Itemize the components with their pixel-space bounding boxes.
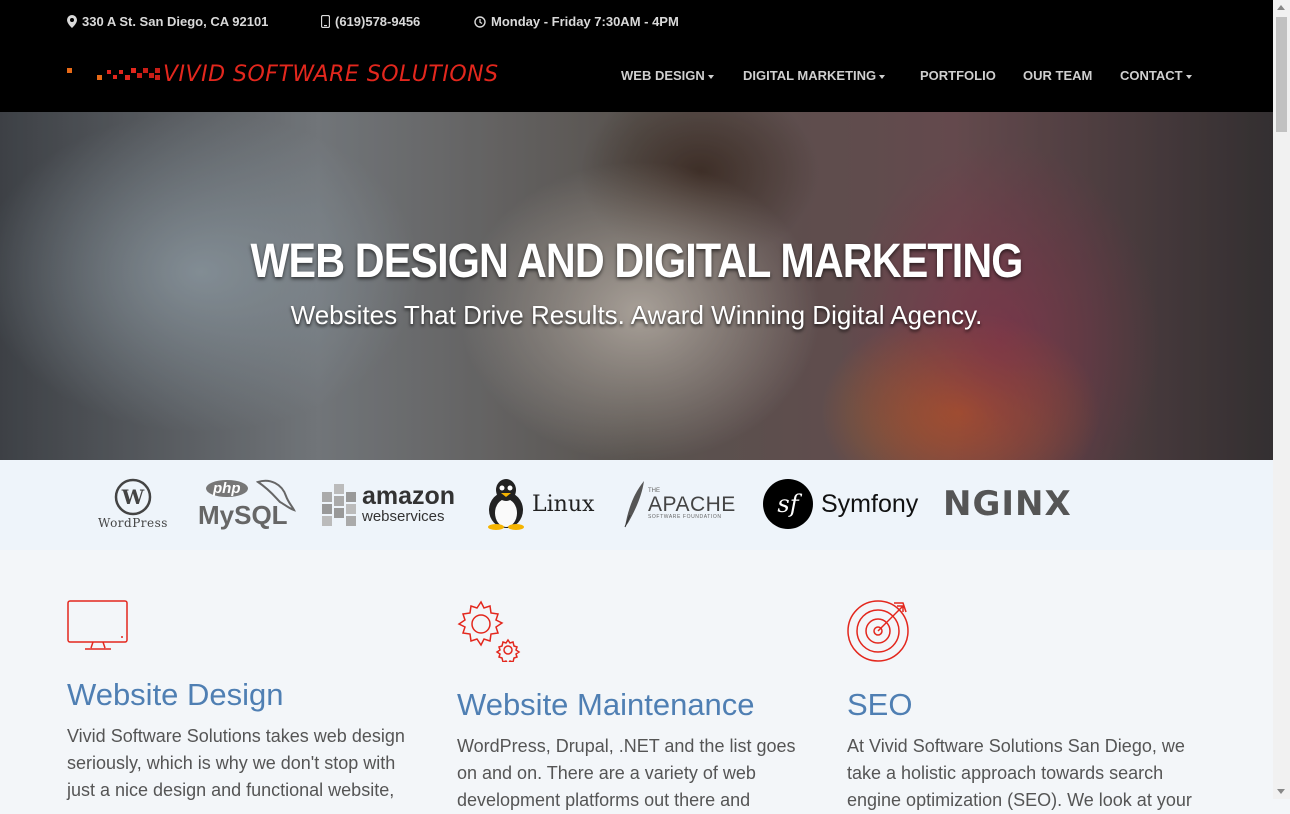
page-scrollbar[interactable]	[1273, 0, 1290, 799]
mobile-phone-icon	[321, 15, 330, 28]
map-pin-icon	[67, 15, 77, 28]
nav-digital-marketing[interactable]: DIGITAL MARKETING	[743, 68, 886, 83]
chevron-down-icon	[707, 74, 714, 79]
nav-contact[interactable]: CONTACT	[1120, 68, 1192, 83]
service-text: WordPress, Drupal, .NET and the list goe…	[457, 736, 796, 810]
site-header: 330 A St. San Diego, CA 92101 (619)578-9…	[0, 0, 1273, 112]
hours-text: Monday - Friday 7:30AM - 4PM	[491, 14, 679, 29]
dolphin-icon	[256, 479, 296, 512]
wordpress-logo: W WordPress	[92, 474, 174, 534]
nav-portfolio[interactable]: PORTFOLIO	[920, 68, 996, 83]
target-icon	[847, 600, 909, 662]
scroll-up-icon[interactable]	[1277, 5, 1285, 10]
gears-icon	[457, 600, 521, 666]
service-website-design: Website Design Vivid Software Solutions …	[67, 600, 427, 804]
svg-text:W: W	[121, 485, 145, 509]
hours-item: Monday - Friday 7:30AM - 4PM	[474, 14, 679, 29]
tux-penguin-icon	[488, 479, 524, 530]
apache-logo: THE APACHE SOFTWARE FOUNDATION	[622, 474, 740, 534]
logo-pixels-icon	[67, 68, 160, 80]
address-item: 330 A St. San Diego, CA 92101	[67, 14, 268, 29]
service-title: Website Design	[67, 677, 284, 712]
hero-banner: WEB DESIGN AND DIGITAL MARKETING Website…	[0, 112, 1273, 460]
chevron-down-icon	[879, 74, 886, 79]
linux-logo: Linux	[484, 474, 599, 534]
service-title: SEO	[847, 687, 913, 722]
chevron-down-icon	[1185, 74, 1192, 79]
clock-icon	[474, 15, 486, 28]
hero-title: WEB DESIGN AND DIGITAL MARKETING	[250, 235, 1023, 288]
aws-logo: amazon webservices	[320, 474, 460, 534]
address-text: 330 A St. San Diego, CA 92101	[82, 14, 269, 29]
symfony-icon: sf	[763, 479, 813, 529]
scrollbar-thumb[interactable]	[1276, 17, 1287, 132]
hero-subtitle: Websites That Drive Results. Award Winni…	[290, 300, 983, 330]
phone-text[interactable]: (619)578-9456	[335, 14, 420, 29]
service-website-maintenance: Website Maintenance WordPress, Drupal, .…	[457, 600, 817, 814]
technology-logos: W WordPress php MySQL amazon webservices…	[0, 460, 1273, 550]
apache-feather-icon	[624, 481, 644, 528]
aws-cubes-icon	[322, 484, 356, 526]
phone-item[interactable]: (619)578-9456	[321, 14, 420, 29]
nginx-logo: NGINX	[943, 484, 1072, 524]
wordpress-icon: W	[114, 478, 152, 516]
nav-web-design[interactable]: WEB DESIGN	[621, 68, 714, 83]
service-title: Website Maintenance	[457, 687, 755, 722]
site-logo[interactable]: VIVID SOFTWARE SOLUTIONS	[67, 60, 499, 88]
nav-our-team[interactable]: OUR TEAM	[1023, 68, 1092, 83]
mysql-logo: php MySQL	[198, 474, 298, 534]
symfony-logo: sf Symfony	[763, 474, 923, 534]
service-text: Vivid Software Solutions takes web desig…	[67, 726, 405, 800]
monitor-icon	[67, 600, 128, 650]
service-text: At Vivid Software Solutions San Diego, w…	[847, 736, 1192, 810]
scroll-down-icon[interactable]	[1277, 789, 1285, 794]
service-seo: SEO At Vivid Software Solutions San Dieg…	[847, 600, 1207, 814]
logo-text[interactable]: VIVID SOFTWARE SOLUTIONS	[163, 62, 499, 87]
